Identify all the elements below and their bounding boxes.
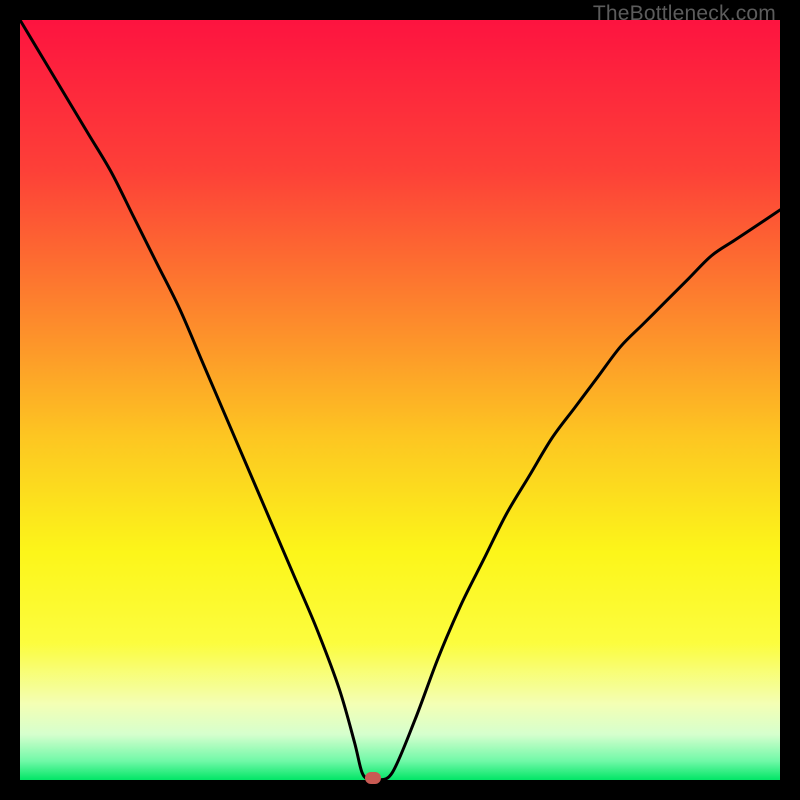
chart-frame: [20, 20, 780, 780]
minimum-marker: [365, 772, 381, 784]
curve-path: [20, 20, 780, 780]
watermark-text: TheBottleneck.com: [593, 2, 776, 26]
bottleneck-curve: [20, 20, 780, 780]
